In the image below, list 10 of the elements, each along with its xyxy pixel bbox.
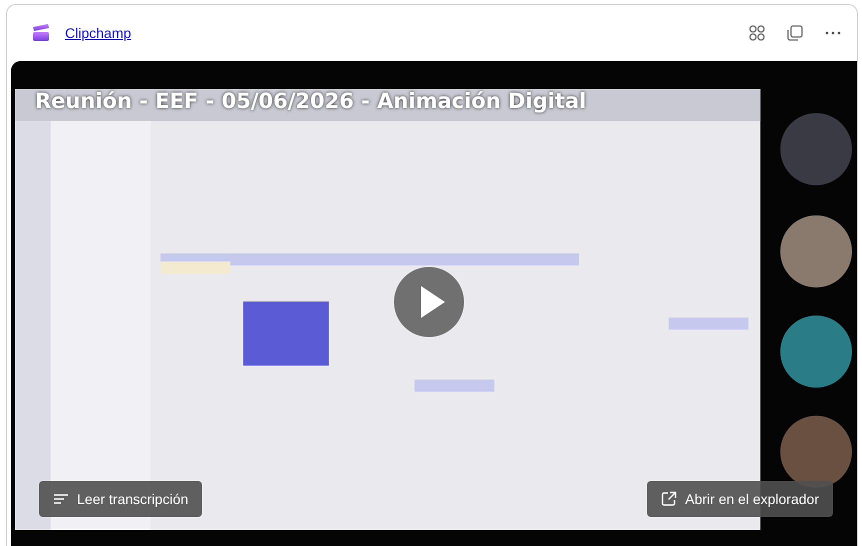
transcript-icon (53, 492, 69, 506)
play-icon[interactable] (394, 267, 464, 337)
window-icon[interactable] (785, 23, 805, 43)
grid-icon[interactable] (747, 23, 767, 43)
clapperboard-icon (31, 23, 51, 43)
external-link-icon (661, 491, 678, 507)
app-link[interactable]: Clipchamp (65, 25, 132, 41)
video-title: Reunión - EEF - 05/06/2026 - Animación Digital (35, 89, 586, 113)
transcript-button[interactable]: Leer transcripción (39, 481, 202, 517)
open-in-browser-button[interactable]: Abrir en el explorador (647, 481, 833, 517)
